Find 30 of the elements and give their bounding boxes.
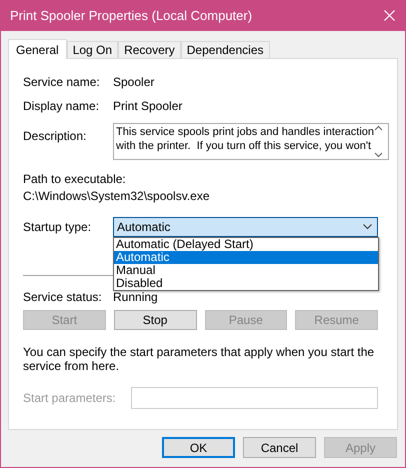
field-label: Description: [23,128,88,143]
tab[interactable]: Recovery [118,41,181,58]
field-value: Spooler [113,75,156,89]
window-title: Print Spooler Properties (Local Computer) [10,8,252,23]
close-icon[interactable] [384,10,395,21]
field-label: Startup type: [23,220,92,234]
startup-type-dropdown[interactable]: Automatic [113,217,378,237]
status-value: Running [113,290,159,304]
dialog-button[interactable]: Cancel [243,437,316,458]
field-label: Service name: [23,75,101,89]
dropdown-option[interactable]: Disabled [114,277,378,290]
path-value: C:\Windows\System32\spoolsv.exe [23,189,211,203]
field-value: Print Spooler [113,99,184,113]
tab[interactable]: General [8,39,67,59]
service-button[interactable]: Stop [114,310,196,330]
field-label: Path to executable: [23,172,127,186]
scroll-down-icon[interactable] [374,152,384,158]
dialog-button[interactable]: OK [162,437,235,458]
chevron-down-icon [363,224,372,230]
scroll-up-icon[interactable] [374,125,384,131]
hint-text: You can specify the start parameters that apply when you start the service from here. [23,345,376,373]
dropdown-option[interactable]: Manual [114,264,378,277]
field-label: Display name: [23,99,100,113]
field-label: Start parameters: [23,391,117,405]
dropdown-option[interactable]: Automatic (Delayed Start) [114,238,378,251]
description-box[interactable]: This service spools print jobs and handles interaction with the printer. If you turn off this service, you won't [113,123,390,160]
dropdown-option[interactable]: Automatic [114,251,378,264]
tab[interactable]: Dependencies [180,41,270,58]
tab[interactable]: Log On [66,41,118,58]
field-label: Service status: [23,290,103,304]
